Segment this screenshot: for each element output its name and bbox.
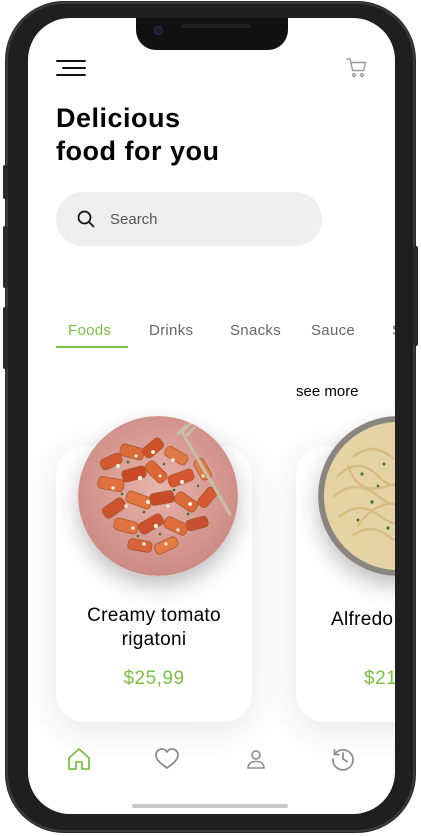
heart-icon[interactable]: [154, 746, 180, 772]
notch: [136, 18, 288, 50]
tab-snacks[interactable]: Snacks: [230, 322, 281, 339]
tab-drinks[interactable]: Drinks: [149, 322, 193, 339]
history-icon[interactable]: [330, 746, 356, 772]
search-icon: [77, 210, 95, 228]
home-icon[interactable]: [66, 746, 92, 772]
tab-partial[interactable]: S: [392, 322, 395, 339]
product-name-line: Creamy tomato: [87, 605, 221, 626]
product-name-line: rigatoni: [121, 629, 187, 650]
search-bar[interactable]: [56, 192, 322, 246]
search-input[interactable]: [110, 206, 300, 232]
home-indicator: [132, 804, 288, 808]
speaker-grille: [181, 24, 251, 28]
product-name-line: Alfredo: [331, 609, 394, 630]
hamburger-menu-icon[interactable]: [56, 60, 86, 78]
title-line-1: Delicious: [56, 103, 181, 133]
mute-switch: [3, 165, 8, 199]
product-price: $25,99: [123, 668, 185, 689]
tab-foods[interactable]: Foods: [68, 322, 111, 339]
power-button: [413, 246, 418, 346]
product-price: $21: [364, 668, 395, 689]
title-line-2: food for you: [56, 136, 220, 166]
volume-down-button: [3, 307, 8, 369]
product-name: Creamy tomato rigatoni: [56, 604, 252, 652]
rigatoni-dish-image: [78, 416, 238, 576]
bottom-nav: [28, 738, 395, 782]
cart-icon[interactable]: [346, 57, 368, 79]
product-name: Alfredo: [331, 608, 395, 632]
see-more-link[interactable]: see more: [296, 383, 359, 400]
front-camera: [154, 26, 163, 35]
app-screen: Delicious food for you Foods Drinks Snac…: [28, 18, 395, 814]
volume-up-button: [3, 226, 8, 288]
tab-sauce[interactable]: Sauce: [311, 322, 355, 339]
category-tabs: Foods Drinks Snacks Sauce S: [28, 322, 395, 348]
active-tab-indicator: [56, 346, 128, 348]
profile-icon[interactable]: [243, 746, 269, 772]
page-title: Delicious food for you: [56, 102, 276, 168]
